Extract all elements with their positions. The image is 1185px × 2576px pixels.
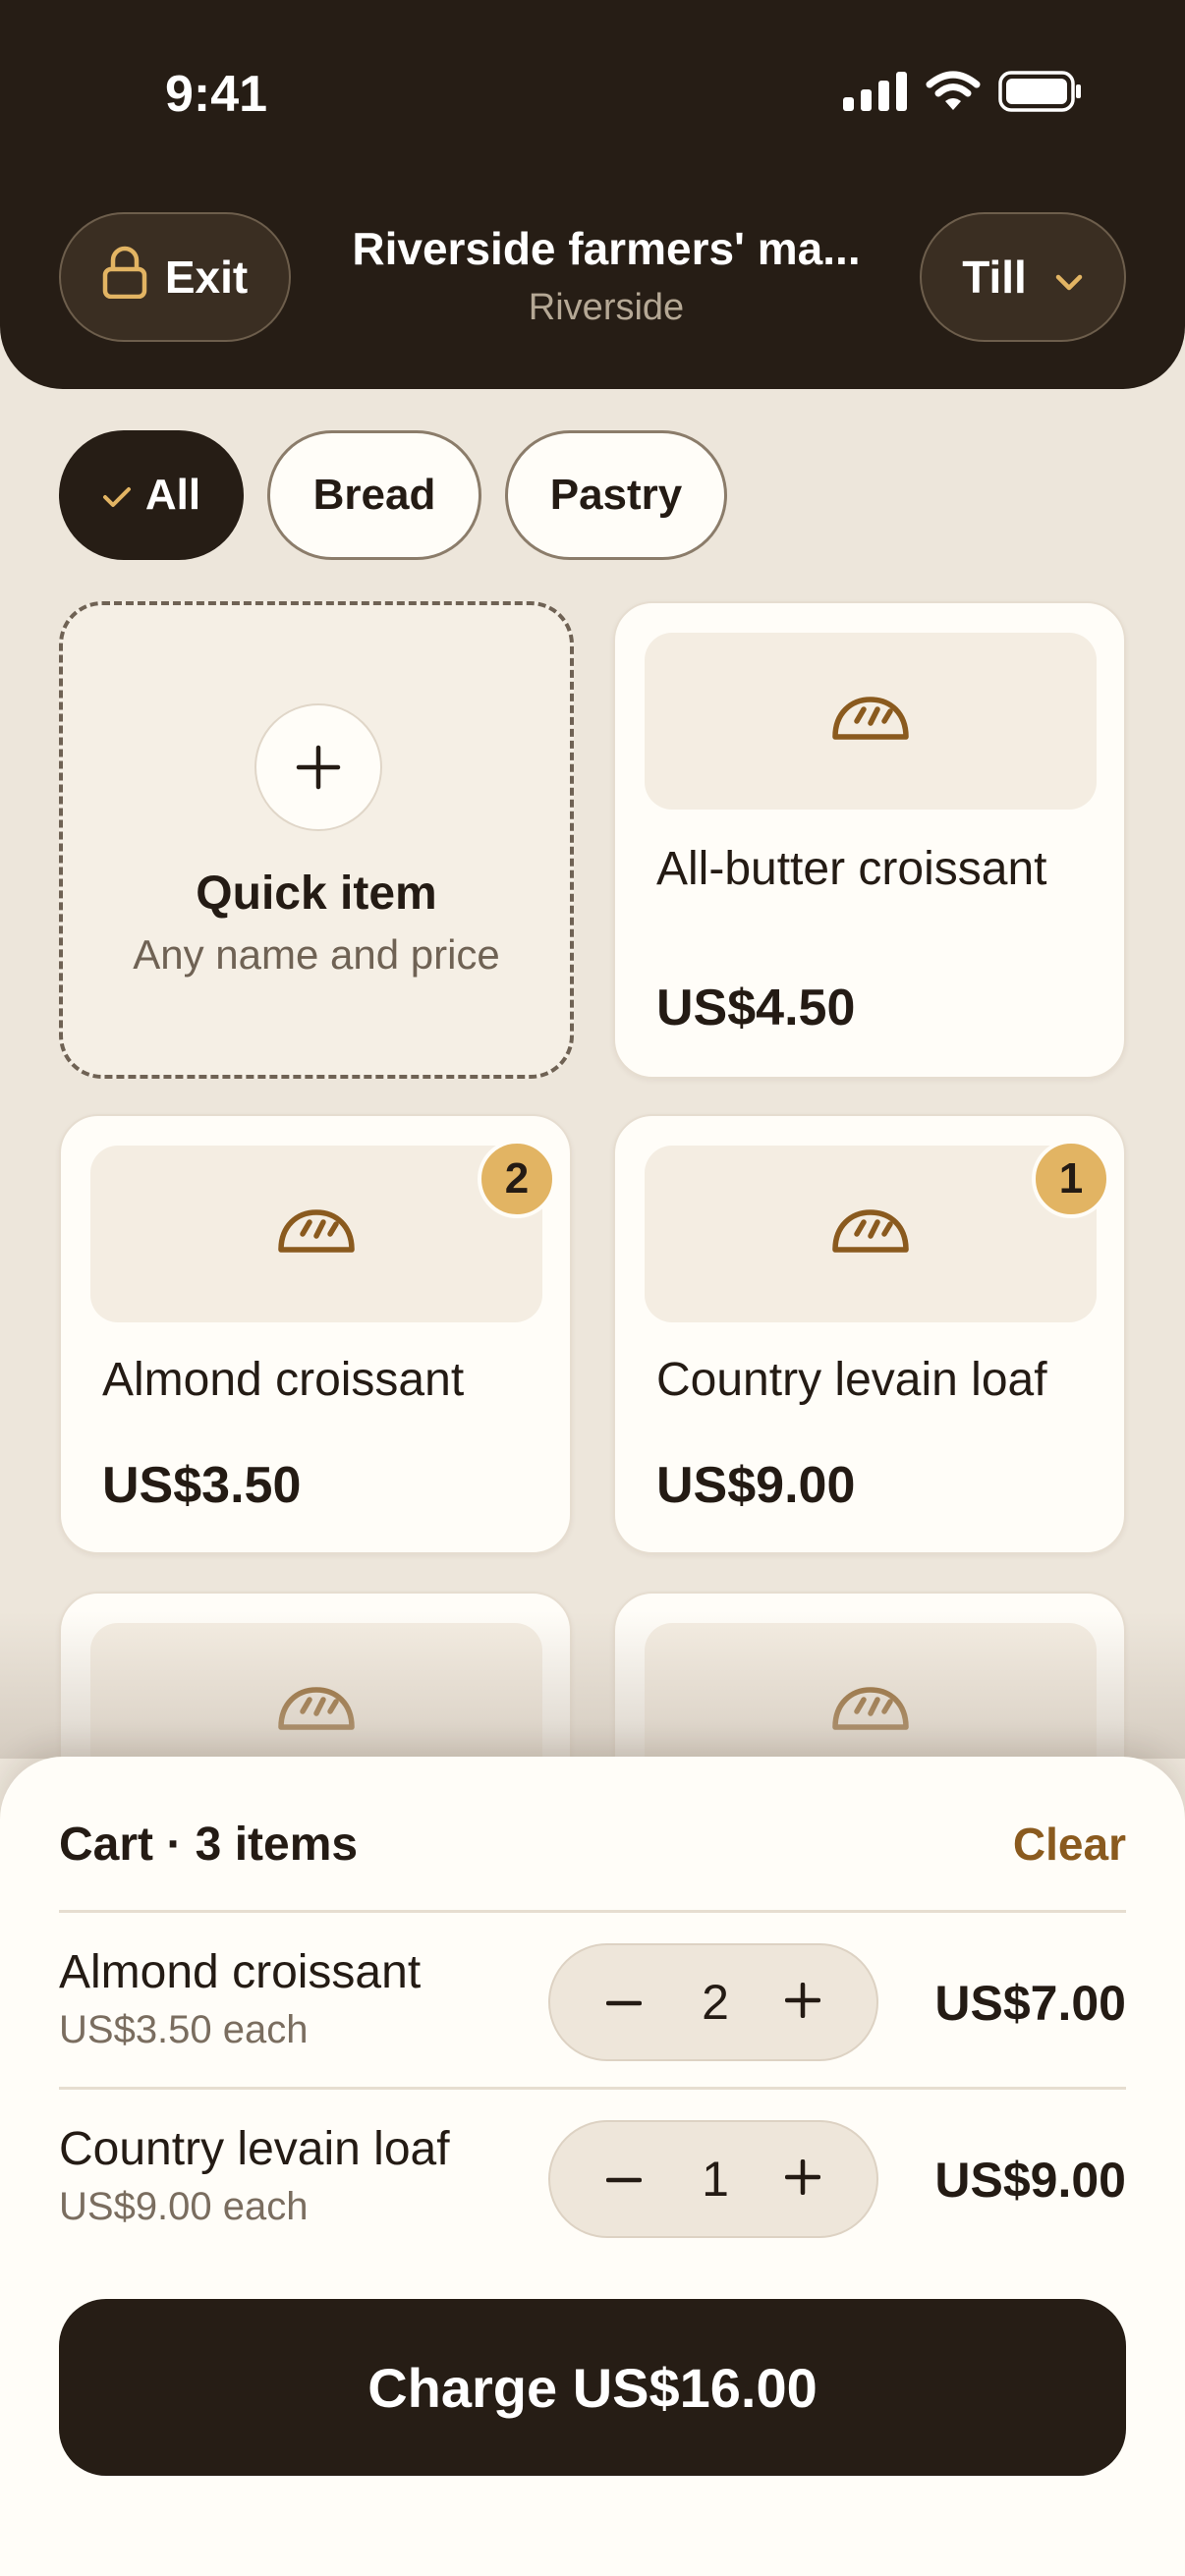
scroll-fade: [0, 1611, 1185, 1759]
battery-icon: [998, 71, 1083, 117]
chevron-down-icon: [1054, 251, 1084, 304]
filter-chip-all[interactable]: All: [59, 430, 244, 560]
product-price: US$3.50: [102, 1457, 302, 1514]
product-name: Almond croissant: [102, 1354, 465, 1406]
product-image: [90, 1146, 542, 1322]
exit-label: Exit: [164, 252, 249, 303]
quick-item-title: Quick item: [196, 868, 437, 920]
divider: [59, 1910, 1126, 1913]
register-select[interactable]: Till: [920, 212, 1126, 342]
clear-cart-button[interactable]: Clear: [1013, 1818, 1126, 1871]
cart-count-badge: 1: [1032, 1140, 1110, 1218]
product-card-all-butter-croissant[interactable]: All-butter croissant US$4.50: [613, 601, 1126, 1079]
product-price: US$9.00: [656, 1457, 856, 1514]
bread-icon: [277, 1208, 356, 1260]
exit-button[interactable]: Exit: [59, 212, 291, 342]
signal-icon: [843, 72, 908, 116]
cart-line-total: US$7.00: [934, 1976, 1126, 2031]
plus-icon: [254, 703, 382, 831]
cart-line-total: US$9.00: [934, 2153, 1126, 2208]
quick-item-card[interactable]: Quick item Any name and price: [59, 601, 574, 1079]
product-card-country-levain-loaf[interactable]: 1 Country levain loaf US$9.00: [613, 1114, 1126, 1554]
product-image: [645, 1146, 1097, 1322]
filter-chip-pastry[interactable]: Pastry: [505, 430, 727, 560]
charge-button[interactable]: Charge US$16.00: [59, 2299, 1126, 2476]
quantity-stepper: 1: [548, 2120, 878, 2238]
increase-quantity-button[interactable]: [749, 2122, 857, 2236]
check-icon: [102, 471, 132, 520]
header: 9:41 Exit Riverside farmers' ma... River…: [0, 0, 1185, 389]
charge-label: Charge US$16.00: [367, 2356, 818, 2419]
product-card-almond-croissant[interactable]: 2 Almond croissant US$3.50: [59, 1114, 572, 1554]
cart-line-name: Almond croissant: [59, 1946, 422, 1998]
cart-sheet: Cart · 3 items Clear Almond croissant US…: [0, 1757, 1185, 2576]
quick-item-subtitle: Any name and price: [133, 931, 500, 978]
market-location: Riverside: [528, 287, 685, 328]
cart-title: Cart · 3 items: [59, 1819, 359, 1871]
cart-line-unit-price: US$3.50 each: [59, 2008, 309, 2051]
status-icons: [843, 71, 1083, 117]
cart-line-name: Country levain loaf: [59, 2123, 450, 2175]
minus-icon: [605, 1993, 643, 2011]
filter-label: Pastry: [549, 471, 683, 519]
wifi-icon: [926, 71, 981, 117]
market-name: Riverside farmers' ma...: [352, 223, 861, 274]
status-time: 9:41: [165, 66, 268, 123]
increase-quantity-button[interactable]: [749, 1945, 857, 2059]
filter-label: Bread: [312, 471, 436, 519]
product-price: US$4.50: [656, 980, 856, 1036]
filter-chip-bread[interactable]: Bread: [267, 430, 481, 560]
bread-icon: [831, 696, 910, 748]
plus-icon: [784, 1982, 821, 2023]
divider: [59, 2087, 1126, 2090]
plus-icon: [784, 2158, 821, 2200]
minus-icon: [605, 2170, 643, 2188]
lock-icon: [102, 246, 147, 309]
product-image: [645, 633, 1097, 810]
product-name: Country levain loaf: [656, 1354, 1047, 1406]
cart-line-unit-price: US$9.00 each: [59, 2185, 309, 2228]
bread-icon: [831, 1208, 910, 1260]
register-label: Till: [962, 252, 1027, 303]
cart-count-badge: 2: [478, 1140, 556, 1218]
product-name: All-butter croissant: [656, 843, 1047, 895]
filter-label: All: [144, 471, 201, 519]
quantity-stepper: 2: [548, 1943, 878, 2061]
